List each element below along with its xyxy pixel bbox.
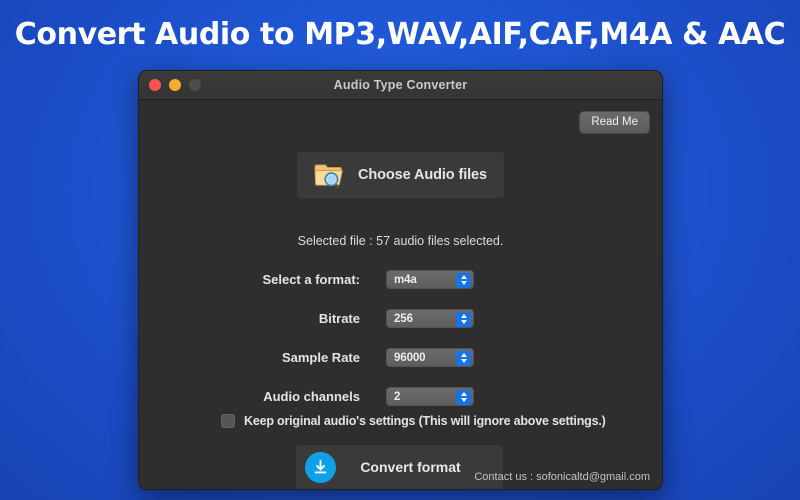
convert-format-button[interactable]: Convert format: [296, 445, 503, 489]
read-me-button[interactable]: Read Me: [579, 111, 650, 134]
chevron-updown-icon[interactable]: [456, 311, 471, 327]
format-label: Select a format:: [262, 272, 360, 287]
folder-search-icon: [314, 161, 346, 189]
format-select[interactable]: m4a: [386, 270, 474, 289]
download-icon: [305, 451, 336, 483]
window-titlebar: Audio Type Converter: [139, 71, 662, 100]
app-window: Audio Type Converter Read Me Choose Audi…: [138, 70, 663, 490]
zoom-button[interactable]: [189, 79, 201, 91]
form-row-format: Select a format: m4a: [139, 260, 662, 299]
keep-original-settings-label: Keep original audio's settings (This wil…: [244, 414, 606, 428]
window-controls: [149, 79, 201, 91]
format-select-value: m4a: [394, 273, 417, 286]
selected-file-status: Selected file : 57 audio files selected.: [297, 234, 504, 248]
keep-original-settings-row[interactable]: Keep original audio's settings (This wil…: [221, 414, 606, 428]
promo-banner: Convert Audio to MP3,WAV,AIF,CAF,M4A & A…: [0, 0, 800, 68]
close-button[interactable]: [149, 79, 161, 91]
sample-rate-label: Sample Rate: [281, 350, 360, 365]
chevron-updown-icon[interactable]: [456, 272, 471, 288]
minimize-button[interactable]: [169, 79, 181, 91]
banner-headline: Convert Audio to MP3,WAV,AIF,CAF,M4A & A…: [14, 16, 786, 52]
audio-channels-label: Audio channels: [263, 389, 360, 404]
window-body: Read Me Choose Audio files Selected file…: [139, 100, 662, 489]
form-row-bitrate: Bitrate 256: [139, 299, 662, 338]
bitrate-label: Bitrate: [318, 311, 360, 326]
bitrate-select-value: 256: [394, 312, 413, 325]
keep-original-settings-checkbox[interactable]: [221, 414, 235, 428]
audio-channels-select[interactable]: 2: [386, 387, 474, 406]
window-title: Audio Type Converter: [333, 78, 468, 92]
sample-rate-select[interactable]: 96000: [386, 348, 474, 367]
bitrate-select[interactable]: 256: [386, 309, 474, 328]
form-row-sample-rate: Sample Rate 96000: [139, 338, 662, 377]
form-row-audio-channels: Audio channels 2: [139, 377, 662, 416]
choose-audio-files-label: Choose Audio files: [358, 167, 487, 183]
contact-footer: Contact us : sofonicaltd@gmail.com: [474, 471, 650, 483]
chevron-updown-icon[interactable]: [456, 389, 471, 405]
sample-rate-select-value: 96000: [394, 351, 426, 364]
settings-form: Select a format: m4a Bitrate 256 Sample …: [139, 260, 662, 416]
chevron-updown-icon[interactable]: [456, 350, 471, 366]
choose-audio-files-button[interactable]: Choose Audio files: [297, 152, 504, 198]
audio-channels-select-value: 2: [394, 390, 401, 403]
